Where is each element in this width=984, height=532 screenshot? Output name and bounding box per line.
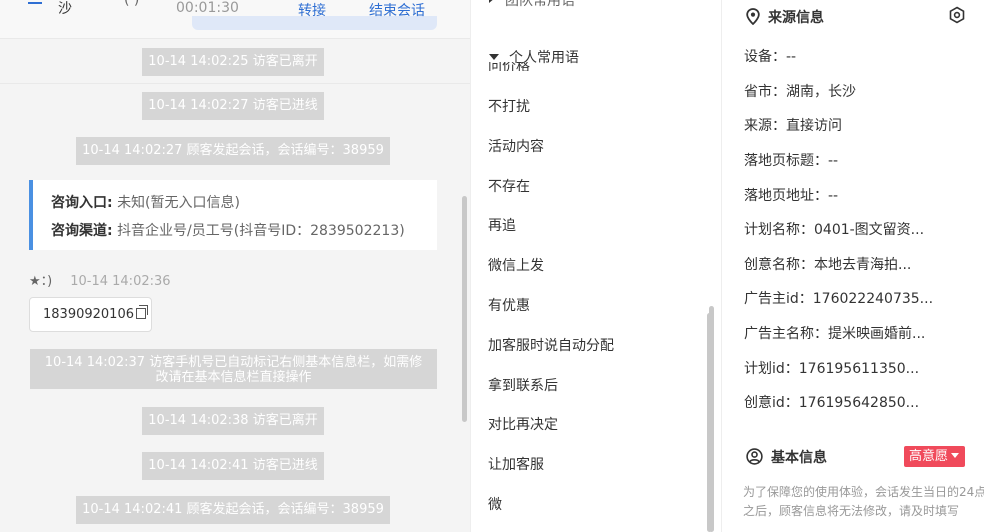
source-info-header: 来源信息 [746, 7, 824, 27]
copy-icon[interactable] [135, 305, 148, 319]
phrase-item[interactable]: 再追 [488, 215, 516, 235]
chevron-down-icon [951, 453, 960, 458]
info-panel-scrollbar[interactable] [707, 313, 712, 532]
phrase-item[interactable]: 微 [488, 494, 502, 514]
end-session-button[interactable]: 结束会话 [369, 0, 425, 20]
caret-right-icon [489, 0, 495, 3]
field-device: 设备：-- [744, 49, 797, 65]
field-creative-id: 创意id：176195642850... [744, 395, 920, 411]
visitor-name-fragment: ( ) [124, 0, 140, 8]
system-message: 10-14 14:02:38 访客已离开 [142, 407, 324, 435]
team-phrases-group[interactable]: 团队常用语 [489, 0, 575, 10]
intent-level-label: 高意愿 [909, 449, 949, 464]
phrase-item[interactable]: 对比再决定 [488, 414, 558, 434]
entry-value: 未知(暂无入口信息) [117, 195, 240, 211]
visitor-location-fragment: 沙 [58, 1, 72, 17]
visitor-name: ★：) [29, 274, 53, 289]
team-phrases-label: 团队常用语 [505, 0, 575, 9]
channel-label: 咨询渠道: [51, 223, 113, 239]
chat-header: 沙 ( ) 00:01:30 转接 结束会话 [0, 0, 470, 38]
field-source: 来源：直接访问 [744, 118, 842, 134]
chat-scrollbar[interactable] [462, 196, 467, 422]
user-circle-icon [746, 448, 763, 465]
system-message: 10-14 14:02:41 顾客发起会话，会话编号：38959 [76, 496, 390, 524]
system-message: 10-14 14:02:25 访客已离开 [142, 48, 324, 76]
phrase-item[interactable]: 活动内容 [488, 136, 544, 156]
visitor-message-bubble[interactable]: 18390920106 [29, 297, 152, 332]
phrase-item[interactable]: 不存在 [488, 176, 530, 196]
visitor-message-time: 10-14 14:02:36 [70, 274, 171, 289]
basic-info-header: 基本信息 [746, 447, 827, 467]
location-pin-icon [746, 8, 760, 25]
field-province-city: 省市：湖南，长沙 [744, 84, 856, 100]
system-message: 10-14 14:02:27 访客已进线 [142, 92, 324, 120]
field-advertiser-id: 广告主id：176022240735... [744, 291, 934, 307]
session-duration: 00:01:30 [176, 0, 239, 16]
phrase-label: 问价格 [488, 62, 530, 71]
visitor-message-meta: ★：) 10-14 14:02:36 [29, 270, 171, 289]
entry-label: 咨询入口: [51, 195, 113, 211]
entry-info-card: 咨询入口: 未知(暂无入口信息) 咨询渠道: 抖音企业号/员工号(抖音号ID：2… [29, 180, 437, 250]
transfer-button[interactable]: 转接 [298, 0, 326, 20]
channel-row: 咨询渠道: 抖音企业号/员工号(抖音号ID：2839502213) [51, 217, 437, 245]
divider [0, 83, 470, 84]
edit-deadline-note: 为了保障您的使用体验，会话发生当日的24点之后，顾客信息将无法修改，请及时填写 [743, 485, 984, 518]
basic-info-title: 基本信息 [771, 450, 827, 466]
system-message: 10-14 14:02:41 访客已进线 [142, 452, 324, 480]
chat-panel: 沙 ( ) 00:01:30 转接 结束会话 10-14 14:02:25 访客… [0, 0, 470, 532]
field-creative-name: 创意名称：本地去青海拍... [744, 257, 912, 273]
phrase-item[interactable]: 让加客服 [488, 454, 544, 474]
status-mark [28, 0, 42, 4]
phrase-item[interactable]: 微信上发 [488, 255, 544, 275]
channel-value: 抖音企业号/员工号(抖音号ID：2839502213) [117, 223, 405, 239]
customer-info-panel: 来源信息 设备：-- 省市：湖南，长沙 来源：直接访问 落地页标题：-- 落地页… [721, 0, 984, 532]
quick-reply-panel: 团队常用语 个人常用语 问价格 不打扰 活动内容 不存在 再追 微信上发 有优惠… [470, 0, 720, 532]
field-advertiser-name: 广告主名称：提米映画婚前... [744, 326, 926, 342]
field-plan-name: 计划名称：0401-图文留资... [744, 222, 925, 238]
phrase-item[interactable]: 拿到联系后 [488, 375, 558, 395]
divider [0, 38, 470, 39]
settings-hex-icon[interactable] [948, 6, 966, 24]
caret-down-icon [489, 54, 499, 60]
entry-row: 咨询入口: 未知(暂无入口信息) [51, 189, 437, 217]
field-landing-url: 落地页地址：-- [744, 188, 839, 204]
phrase-item[interactable]: 不打扰 [488, 96, 530, 116]
phrase-item[interactable]: 加客服时说自动分配 [488, 335, 614, 355]
intent-level-dropdown[interactable]: 高意愿 [904, 446, 966, 467]
source-info-title: 来源信息 [768, 10, 824, 26]
phrase-item[interactable]: 问价格 [488, 62, 530, 71]
system-message: 10-14 14:02:27 顾客发起会话，会话编号：38959 [76, 137, 390, 165]
phone-number: 18390920106 [43, 307, 134, 322]
phrase-item[interactable]: 有优惠 [488, 295, 530, 315]
system-message: 10-14 14:02:37 访客手机号已自动标记右侧基本信息栏，如需修改请在基… [30, 349, 437, 389]
field-landing-title: 落地页标题：-- [744, 153, 839, 169]
field-plan-id: 计划id：176195611350... [744, 361, 920, 377]
